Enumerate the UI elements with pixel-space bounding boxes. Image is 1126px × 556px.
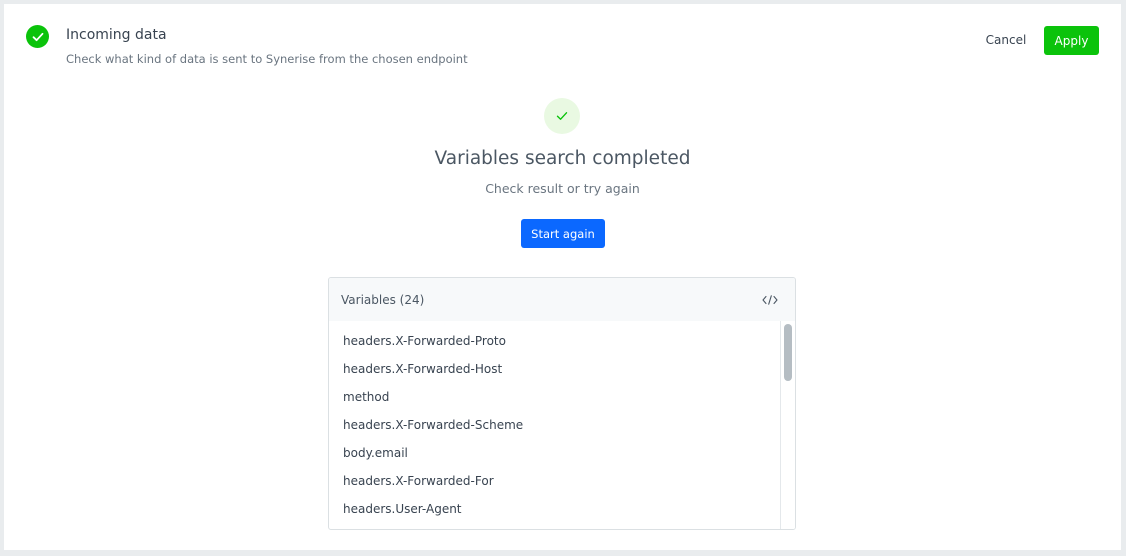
check-circle-icon bbox=[26, 25, 49, 48]
variables-panel: Variables (24) headers.X-Forwarded-Proto… bbox=[328, 277, 796, 530]
list-item[interactable]: method bbox=[329, 383, 781, 411]
variables-header: Variables (24) bbox=[329, 278, 795, 321]
list-item[interactable]: headers.User-Agent bbox=[329, 495, 781, 523]
check-icon bbox=[544, 98, 580, 134]
variables-scrollbar[interactable] bbox=[780, 321, 795, 529]
result-title: Variables search completed bbox=[434, 148, 691, 169]
list-item[interactable]: headers.X-Forwarded-Proto bbox=[329, 327, 781, 355]
scrollbar-thumb[interactable] bbox=[784, 324, 792, 381]
apply-button[interactable]: Apply bbox=[1044, 26, 1099, 55]
result-subtitle: Check result or try again bbox=[485, 181, 640, 196]
page-title: Incoming data bbox=[66, 27, 167, 43]
variables-list: headers.X-Forwarded-Proto headers.X-Forw… bbox=[329, 321, 781, 529]
page-subtitle: Check what kind of data is sent to Syner… bbox=[66, 52, 468, 66]
list-item[interactable]: headers.X-Forwarded-Host bbox=[329, 355, 781, 383]
code-icon[interactable] bbox=[759, 289, 781, 311]
list-item[interactable]: headers.X-Forwarded-Scheme bbox=[329, 411, 781, 439]
list-item[interactable]: body.email bbox=[329, 439, 781, 467]
cancel-button[interactable]: Cancel bbox=[978, 26, 1034, 54]
incoming-data-card: Incoming data Check what kind of data is… bbox=[4, 4, 1121, 550]
list-item[interactable]: headers.X-Forwarded-For bbox=[329, 467, 781, 495]
variables-title: Variables (24) bbox=[341, 292, 425, 307]
start-again-button[interactable]: Start again bbox=[521, 219, 605, 248]
